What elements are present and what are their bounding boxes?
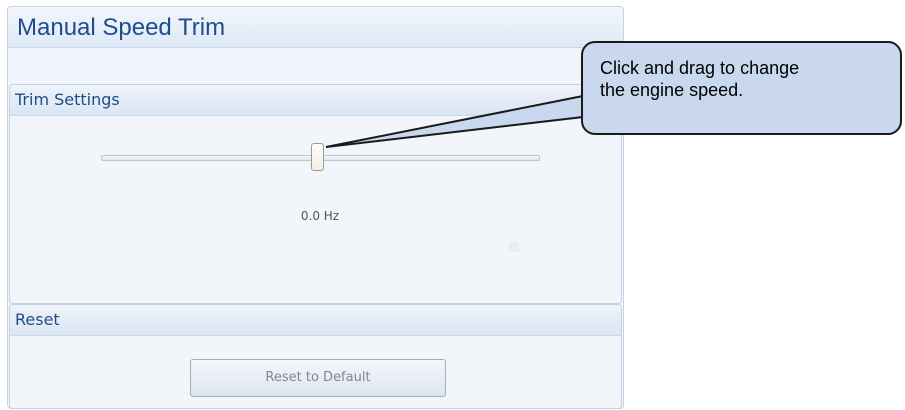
reset-header: Reset [10,305,621,336]
panel-title: Manual Speed Trim [17,14,226,41]
speed-trim-slider-thumb[interactable] [311,143,324,171]
panel-title-bar: Manual Speed Trim [8,7,623,48]
trim-settings-title: Trim Settings [15,90,120,109]
slider-value-label: 0.0 Hz [300,209,340,223]
reset-to-default-button[interactable]: Reset to Default [190,359,446,397]
trim-settings-header: Trim Settings [10,85,621,116]
callout-line-2: the engine speed. [600,80,744,100]
callout-tooltip: Click and drag to change the engine spee… [581,41,902,135]
reset-section: Reset Reset to Default [9,304,622,409]
decorative-square [509,242,519,252]
manual-speed-trim-panel: Manual Speed Trim Trim Settings 0.0 Hz R… [7,6,624,409]
reset-title: Reset [15,310,60,329]
callout-text: Click and drag to change the engine spee… [600,57,890,101]
callout-line-1: Click and drag to change [600,58,800,78]
trim-settings-section: Trim Settings 0.0 Hz [9,84,622,304]
